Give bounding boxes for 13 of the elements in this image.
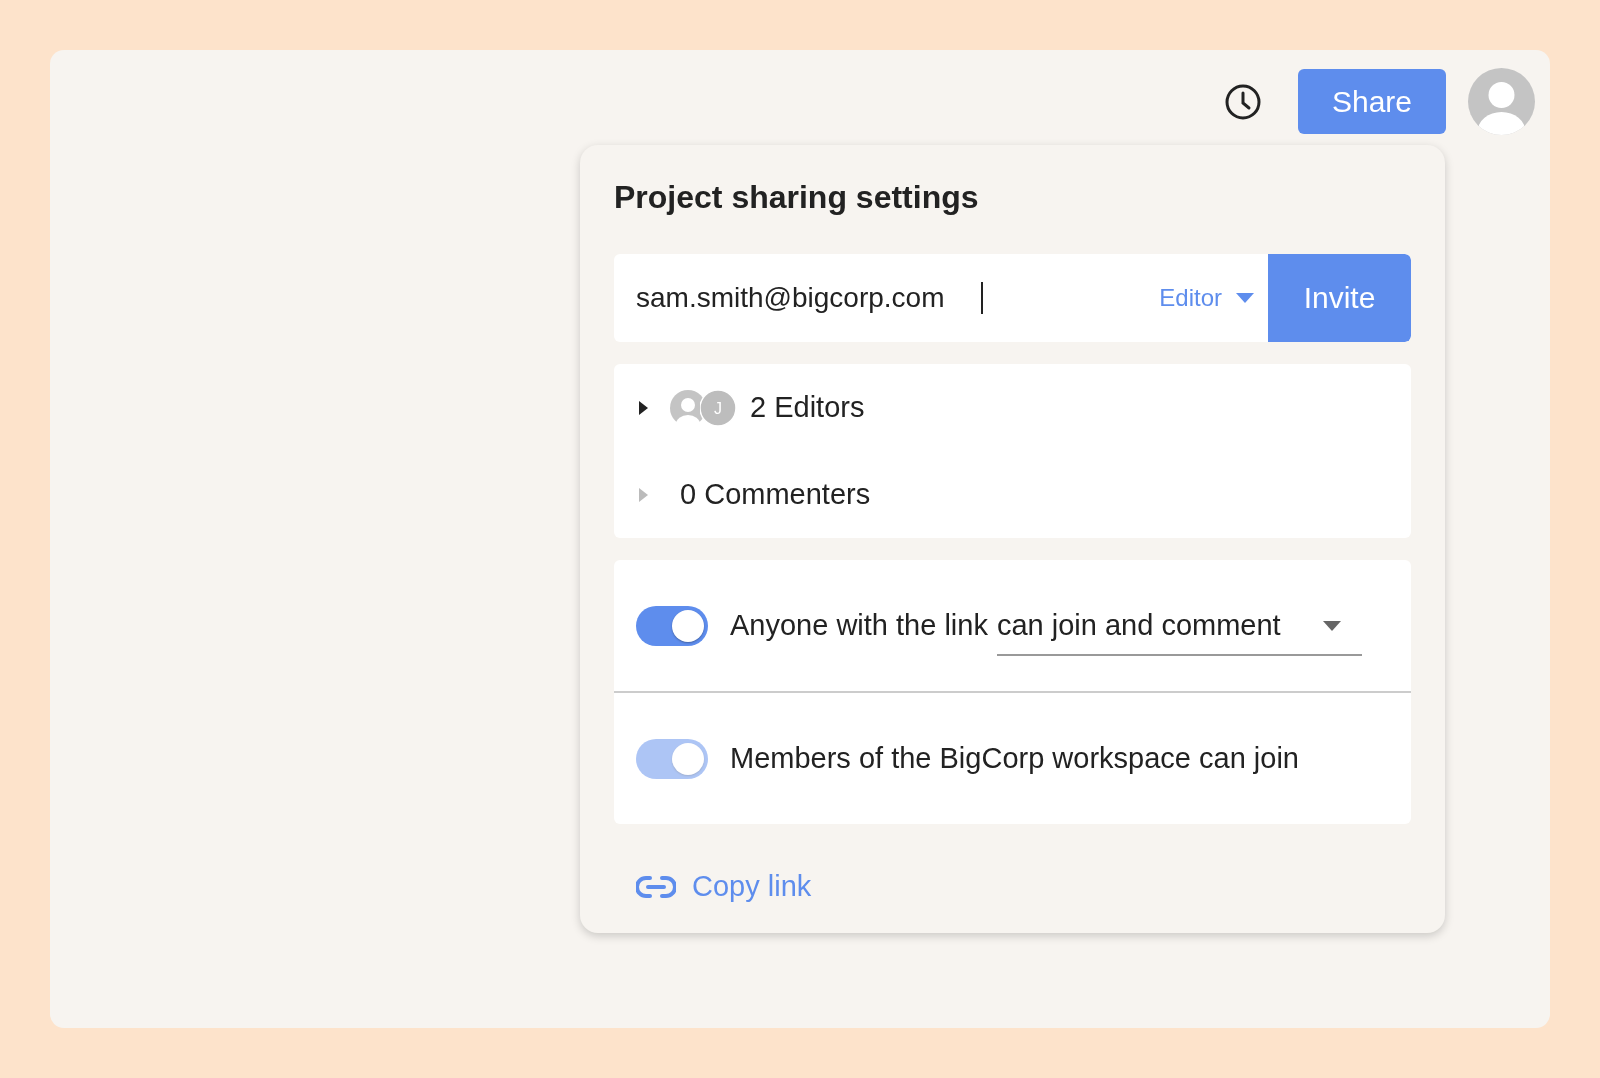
expand-arrow-icon[interactable] (636, 398, 650, 417)
caret-icon (1236, 293, 1254, 303)
history-clock-icon[interactable] (1224, 82, 1262, 121)
group-label[interactable]: 2 Editors (750, 391, 865, 424)
email-input[interactable]: sam.smith@bigcorp.com (636, 282, 983, 314)
toggle-switch[interactable] (636, 605, 708, 646)
link-icon (636, 874, 676, 899)
initial-avatar: J (700, 389, 736, 426)
caret-icon (1321, 619, 1342, 632)
dialog-title: Project sharing settings (614, 179, 980, 216)
setting-label: Members of the BigCorp workspace can join (730, 742, 1299, 775)
permission-dropdown[interactable]: can join and comment (996, 595, 1362, 656)
setting-label: Anyone with the link (730, 609, 988, 642)
